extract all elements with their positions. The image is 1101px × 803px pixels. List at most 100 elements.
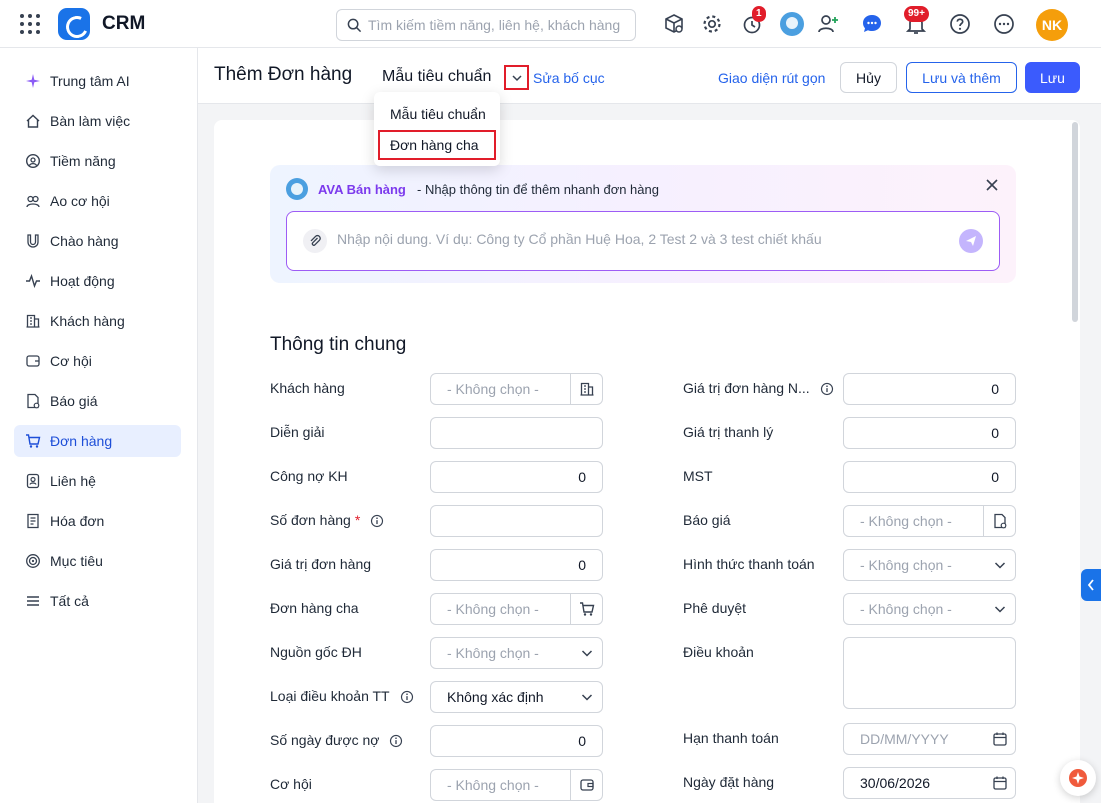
user-avatar[interactable]: NK xyxy=(1036,9,1068,41)
sidebar-item-1[interactable]: Trung tâm AI xyxy=(14,65,181,97)
sidebar-item-9[interactable]: Báo giá xyxy=(14,385,181,417)
info-icon[interactable] xyxy=(820,381,834,396)
sidebar-item-5[interactable]: Chào hàng xyxy=(14,225,181,257)
form-field-left-3[interactable]: 0 xyxy=(430,461,603,493)
sidebar-item-4[interactable]: Ao cơ hội xyxy=(14,185,181,217)
contact-icon xyxy=(24,472,42,490)
save-and-new-button[interactable]: Lưu và thêm xyxy=(906,62,1017,93)
box-search-icon[interactable] xyxy=(662,12,686,36)
field-label-text: Số đơn hàng xyxy=(270,512,351,528)
form-field-right-2[interactable]: 0 xyxy=(843,417,1016,449)
sidebar-item-7[interactable]: Khách hàng xyxy=(14,305,181,337)
ava-prompt-input[interactable] xyxy=(337,231,937,247)
calendar-icon[interactable] xyxy=(985,775,1015,791)
field-label: Loại điều khoản TT xyxy=(270,688,414,704)
form-field-left-8[interactable]: Không xác định xyxy=(430,681,603,713)
form-field-right-8[interactable]: DD/MM/YYYY xyxy=(843,723,1016,755)
compact-view-link[interactable]: Giao diện rút gọn xyxy=(718,70,825,86)
ava-assistant-avatar[interactable] xyxy=(780,12,804,36)
sidebar-item-12[interactable]: Hóa đơn xyxy=(14,505,181,537)
sidebar-item-13[interactable]: Mục tiêu xyxy=(14,545,181,577)
chevron-down-icon[interactable] xyxy=(985,557,1015,573)
form-field-left-10[interactable]: - Không chọn - xyxy=(430,769,603,801)
notification-badge: 99+ xyxy=(904,6,929,22)
form-field-right-1[interactable]: 0 xyxy=(843,373,1016,405)
field-value: 0 xyxy=(991,469,999,485)
close-icon[interactable] xyxy=(984,177,1000,193)
chat-icon[interactable] xyxy=(860,12,884,36)
sidebar-item-14[interactable]: Tất cả xyxy=(14,585,181,617)
form-card: AVA Bán hàng - Nhập thông tin để thêm nh… xyxy=(214,120,1080,803)
form-field-left-9[interactable]: 0 xyxy=(430,725,603,757)
field-label: Khách hàng xyxy=(270,380,345,396)
sidebar-item-2[interactable]: Bàn làm việc xyxy=(14,105,181,137)
field-label: Công nợ KH xyxy=(270,468,348,484)
settings-gear-icon[interactable] xyxy=(700,12,724,36)
field-placeholder: - Không chọn - xyxy=(447,601,539,617)
form-field-left-4[interactable] xyxy=(430,505,603,537)
template-option-parent-order[interactable]: Đơn hàng cha xyxy=(378,130,496,160)
crm-logo-icon[interactable] xyxy=(58,8,90,40)
sparkle-icon xyxy=(24,72,42,90)
info-icon[interactable] xyxy=(389,733,403,748)
quote-icon[interactable] xyxy=(983,506,1015,536)
sidebar-item-10[interactable]: Đơn hàng xyxy=(14,425,181,457)
attach-paperclip-icon[interactable] xyxy=(303,229,327,253)
home-icon xyxy=(24,112,42,130)
field-label: Giá trị thanh lý xyxy=(683,424,773,440)
field-label: Nguồn gốc ĐH xyxy=(270,644,362,660)
side-panel-toggle[interactable] xyxy=(1081,569,1101,601)
save-button[interactable]: Lưu xyxy=(1025,62,1080,93)
sidebar-item-11[interactable]: Liên hệ xyxy=(14,465,181,497)
sidebar-item-8[interactable]: Cơ hội xyxy=(14,345,181,377)
chevron-left-icon xyxy=(1087,579,1094,591)
floating-ai-button[interactable] xyxy=(1060,760,1096,796)
form-field-right-4[interactable]: - Không chọn - xyxy=(843,505,1016,537)
field-label-text: Giá trị đơn hàng xyxy=(270,556,372,572)
global-search[interactable] xyxy=(336,9,636,41)
form-field-right-9[interactable]: 30/06/2026 xyxy=(843,767,1016,799)
content-scrollbar[interactable] xyxy=(1072,122,1078,322)
cart-icon[interactable] xyxy=(570,594,602,624)
form-field-left-7[interactable]: - Không chọn - xyxy=(430,637,603,669)
building-icon[interactable] xyxy=(570,374,602,404)
sidebar-item-3[interactable]: Tiềm năng xyxy=(14,145,181,177)
search-input[interactable] xyxy=(368,17,628,33)
info-icon[interactable] xyxy=(400,689,414,704)
template-selector-label[interactable]: Mẫu tiêu chuẩn xyxy=(382,68,491,86)
help-icon[interactable] xyxy=(948,12,972,36)
form-field-left-1[interactable]: - Không chọn - xyxy=(430,373,603,405)
template-option-standard[interactable]: Mẫu tiêu chuẩn xyxy=(378,99,496,129)
form-field-right-5[interactable]: - Không chọn - xyxy=(843,549,1016,581)
magnet-icon xyxy=(24,232,42,250)
cancel-button[interactable]: Hủy xyxy=(840,62,897,93)
send-icon[interactable] xyxy=(959,229,983,253)
form-field-left-6[interactable]: - Không chọn - xyxy=(430,593,603,625)
field-label: Hình thức thanh toán xyxy=(683,556,815,572)
wallet-icon[interactable] xyxy=(570,770,602,800)
chevron-down-icon[interactable] xyxy=(985,601,1015,617)
form-field-right-7[interactable] xyxy=(843,637,1016,709)
info-icon[interactable] xyxy=(370,513,384,528)
sidebar-item-6[interactable]: Hoạt động xyxy=(14,265,181,297)
reminder-clock-icon[interactable]: 1 xyxy=(740,6,766,36)
field-label: Điều khoản xyxy=(683,644,754,660)
menu-icon xyxy=(24,592,42,610)
form-field-left-2[interactable] xyxy=(430,417,603,449)
more-options-icon[interactable] xyxy=(992,12,1016,36)
form-field-left-5[interactable]: 0 xyxy=(430,549,603,581)
chevron-down-icon[interactable] xyxy=(572,645,602,661)
field-label: Ngày đặt hàng xyxy=(683,774,774,790)
sidebar-item-label: Bàn làm việc xyxy=(50,113,131,129)
add-user-icon[interactable] xyxy=(816,12,840,36)
chevron-down-icon[interactable] xyxy=(572,689,602,705)
edit-layout-link[interactable]: Sửa bố cục xyxy=(533,70,605,86)
form-field-right-3[interactable]: 0 xyxy=(843,461,1016,493)
pool-icon xyxy=(24,192,42,210)
calendar-icon[interactable] xyxy=(985,731,1015,747)
notification-bell-icon[interactable]: 99+ xyxy=(904,6,929,36)
form-field-right-6[interactable]: - Không chọn - xyxy=(843,593,1016,625)
app-grid-icon[interactable] xyxy=(20,14,40,34)
field-label-text: Khách hàng xyxy=(270,380,345,396)
template-dropdown-toggle[interactable] xyxy=(504,65,529,90)
